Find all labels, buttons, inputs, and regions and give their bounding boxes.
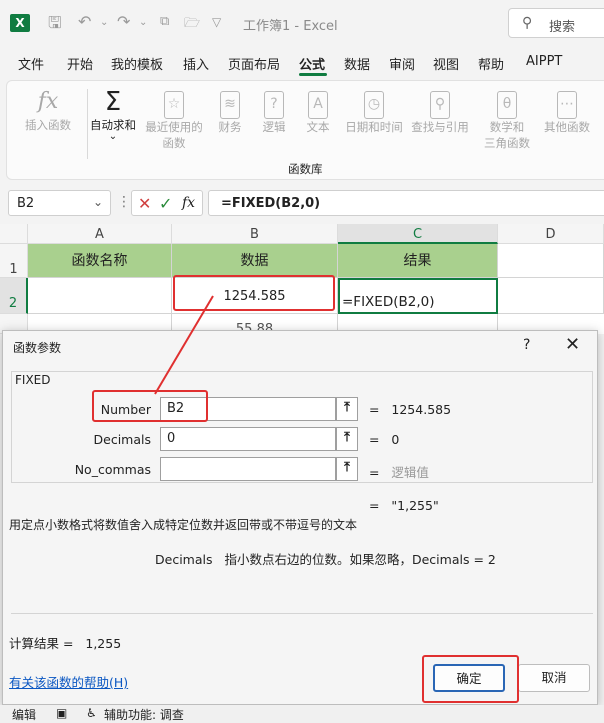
status-bar: 编辑 ▣ ♿ 辅助功能: 调查 bbox=[0, 705, 604, 723]
mode-indicator: 编辑 bbox=[12, 708, 37, 722]
annotation-connector-line bbox=[154, 295, 214, 395]
macro-record-icon[interactable]: ▣ bbox=[56, 706, 67, 720]
accessibility-status[interactable]: 辅助功能: 调查 bbox=[104, 706, 184, 723]
accessibility-icon: ♿ bbox=[86, 706, 97, 720]
